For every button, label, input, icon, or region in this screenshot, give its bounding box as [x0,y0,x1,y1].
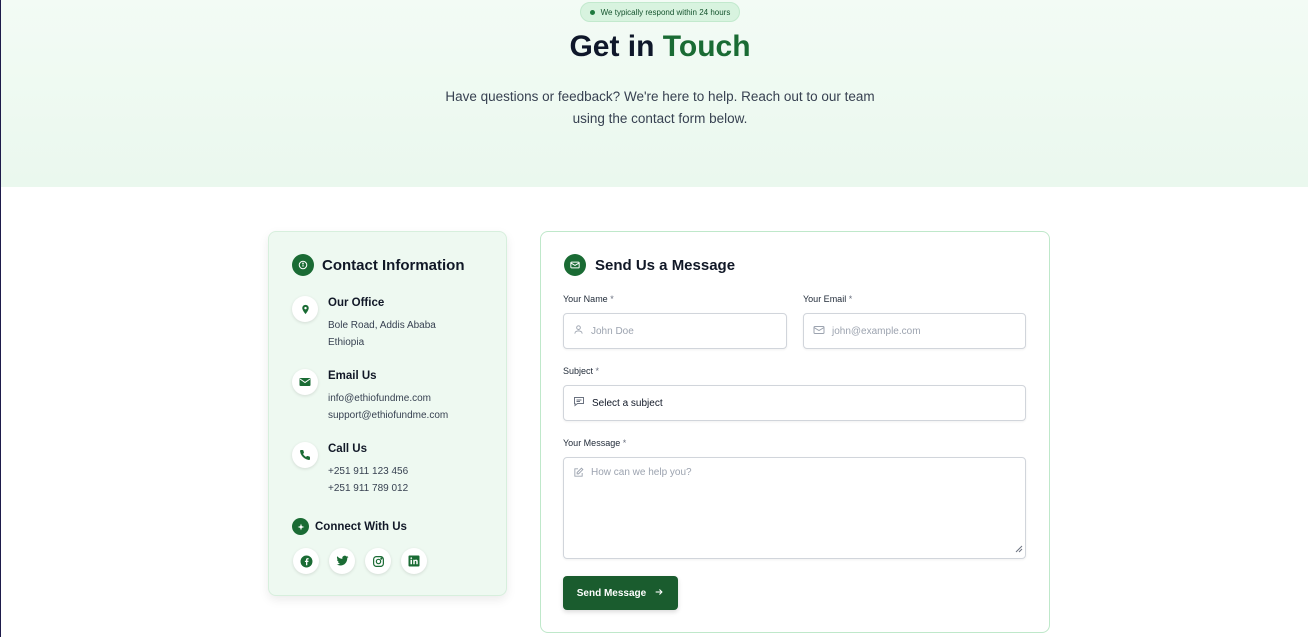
name-label-text: Your Name [563,294,608,304]
email-info: Email Us info@ethiofundme.com support@et… [292,369,448,424]
office-address-line1: Bole Road, Addis Ababa [328,320,436,331]
envelope-icon [813,325,825,338]
message-label: Your Message * [563,438,626,448]
required-mark: * [848,294,853,304]
page-title-accent: Touch [662,30,751,63]
name-field[interactable]: John Doe [563,313,787,349]
required-mark: * [595,366,600,376]
phone-number-2[interactable]: +251 911 789 012 [328,480,408,497]
mail-icon [292,369,318,395]
office-label: Our Office [328,297,385,309]
instagram-icon[interactable] [365,548,391,574]
email-address-support[interactable]: support@ethiofundme.com [328,407,448,424]
phone-icon [292,442,318,468]
subject-select[interactable]: Select a subject [563,385,1026,421]
phone-number-1[interactable]: +251 911 123 456 [328,463,408,480]
email-label: Email Us [328,370,377,382]
office-address-line2: Ethiopia [328,337,365,348]
resize-handle-icon[interactable] [1015,545,1023,556]
message-textarea[interactable]: How can we help you? [563,457,1026,559]
phone-label: Call Us [328,443,367,455]
map-pin-icon [292,296,318,322]
form-title: Send Us a Message [595,256,736,274]
sparkle-icon [292,518,309,535]
contact-info-header: Contact Information [292,254,465,276]
hero-section: We typically respond within 24 hours Get… [1,0,1308,187]
connect-label: Connect With Us [315,520,407,533]
send-message-label: Send Message [576,587,647,599]
name-label: Your Name * [563,294,614,304]
edit-icon [573,467,584,549]
info-icon [292,254,314,276]
arrow-right-icon [654,587,664,600]
email-address-info[interactable]: info@ethiofundme.com [328,390,448,407]
linkedin-icon[interactable] [401,548,427,574]
email-label: Your Email * [803,294,852,304]
response-time-badge: We typically respond within 24 hours [580,2,740,22]
connect-section: Connect With Us [292,518,407,535]
page-title: Get in Touch [1,30,1308,64]
required-mark: * [622,438,627,448]
email-label-text: Your Email [803,294,847,304]
office-info: Our Office Bole Road, Addis Ababa Ethiop… [292,296,436,351]
message-placeholder: How can we help you? [591,467,692,478]
required-mark: * [610,294,614,304]
subject-label-text: Subject [563,366,594,376]
message-square-icon [573,396,585,410]
status-dot-icon [589,9,595,15]
email-field[interactable]: john@example.com [803,313,1026,349]
subject-label: Subject * [563,366,599,376]
user-icon [573,324,584,338]
social-links [293,548,427,574]
send-message-button[interactable]: Send Message [563,576,678,610]
name-placeholder: John Doe [591,325,634,337]
page-subtitle: Have questions or feedback? We're here t… [445,89,875,126]
subject-selected-value: Select a subject [592,397,663,409]
contact-form-card: Send Us a Message Your Name * John Doe Y… [540,231,1050,633]
contact-info-title: Contact Information [322,256,465,274]
facebook-icon[interactable] [293,548,319,574]
badge-text: We typically respond within 24 hours [600,7,731,17]
email-placeholder: john@example.com [832,325,921,337]
page-title-start: Get in [569,30,655,63]
phone-info: Call Us +251 911 123 456 +251 911 789 01… [292,442,408,497]
contact-info-card: Contact Information Our Office Bole Road… [268,231,507,596]
form-header: Send Us a Message [564,254,735,276]
twitter-icon[interactable] [329,548,355,574]
mail-icon [564,254,586,276]
message-label-text: Your Message [563,438,621,448]
